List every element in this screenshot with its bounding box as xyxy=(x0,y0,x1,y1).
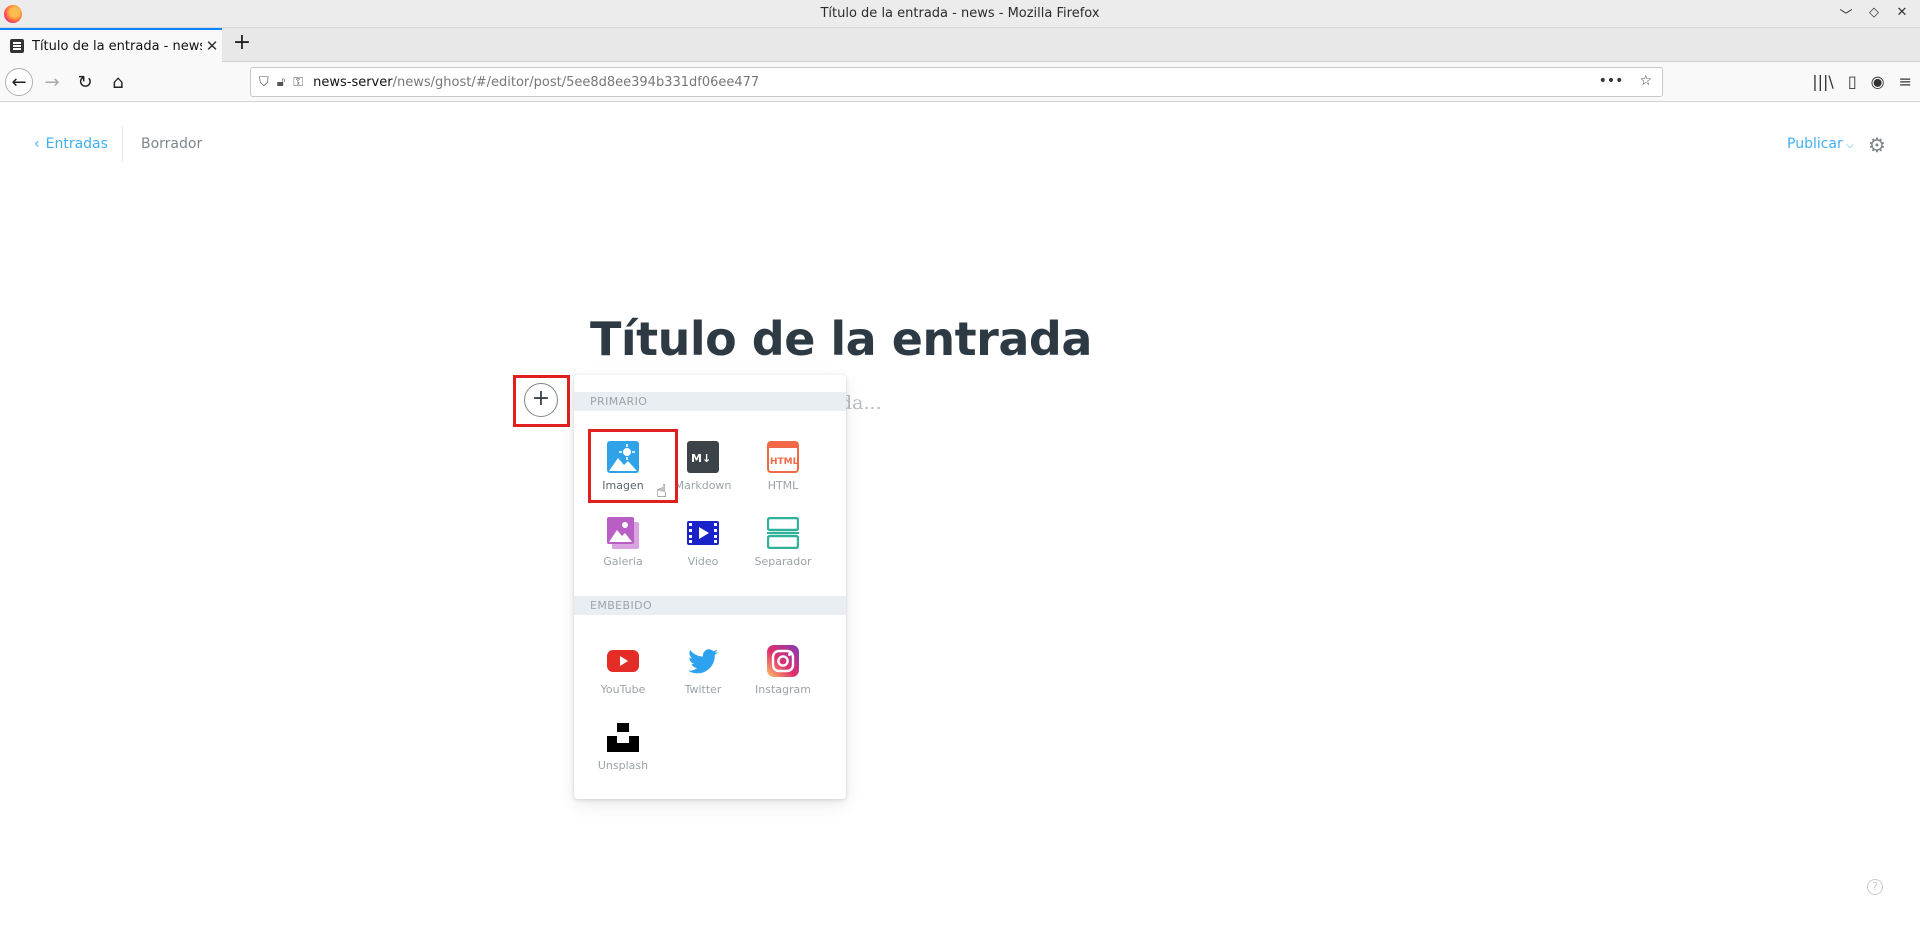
publish-dropdown[interactable]: Publicar ⌵ xyxy=(1787,136,1854,152)
page-actions-icon[interactable]: ••• xyxy=(1599,73,1624,89)
card-item-label: Video xyxy=(687,555,719,568)
gallery-icon xyxy=(606,516,640,550)
window-titlebar: Título de la entrada - news - Mozilla Fi… xyxy=(0,0,1920,28)
back-button[interactable]: ← xyxy=(5,68,33,96)
post-status: Borrador xyxy=(141,136,203,152)
shield-icon[interactable]: ⛉ xyxy=(259,75,269,90)
key-icon[interactable]: ⚿ xyxy=(293,75,303,90)
section-header-primary: PRIMARIO xyxy=(574,392,846,411)
close-tab-icon[interactable]: ✕ xyxy=(202,37,222,55)
url-bar[interactable]: ⛉ 🔓︎ ⚿ news-server/news/ghost/#/editor/p… xyxy=(250,67,1663,97)
window-controls: ﹀ ◇ ✕ xyxy=(1838,5,1910,24)
card-item-label: Galeria xyxy=(603,555,643,568)
svg-text:HTML: HTML xyxy=(770,457,799,467)
hand-cursor-icon: ☝ xyxy=(656,481,667,502)
post-body-placeholder[interactable]: da... xyxy=(840,392,882,414)
chevron-left-icon: ‹ xyxy=(34,136,40,152)
back-label: Entradas xyxy=(45,136,108,152)
insecure-lock-icon[interactable]: 🔓︎ xyxy=(277,75,285,90)
unsplash-icon xyxy=(606,720,640,754)
reload-button[interactable]: ↻ xyxy=(71,68,99,96)
tab-strip: Título de la entrada - news ✕ + xyxy=(0,28,1920,62)
navigation-bar: ← → ↻ ⌂ ⛉ 🔓︎ ⚿ news-server/news/ghost/#/… xyxy=(0,62,1920,102)
instagram-icon xyxy=(766,644,800,678)
highlight-box xyxy=(513,375,570,427)
svg-text:M↓: M↓ xyxy=(691,452,711,465)
card-item-label: Instagram xyxy=(755,683,811,696)
url-host: news-server xyxy=(313,74,393,90)
menu-icon[interactable]: ≡ xyxy=(1899,72,1912,91)
markdown-icon: M↓ xyxy=(686,440,720,474)
settings-gear-icon[interactable]: ⚙ xyxy=(1868,133,1886,157)
help-button[interactable]: ? xyxy=(1867,879,1883,895)
card-item-youtube[interactable]: YouTube xyxy=(583,644,663,696)
maximize-icon[interactable]: ◇ xyxy=(1866,5,1882,24)
library-icon[interactable]: |||\ xyxy=(1812,72,1834,91)
card-item-label: Twitter xyxy=(684,683,722,696)
card-item-html[interactable]: HTML HTML xyxy=(743,440,823,492)
divider-icon xyxy=(766,516,800,550)
chevron-down-icon: ⌵ xyxy=(1842,140,1854,151)
url-text[interactable]: news-server/news/ghost/#/editor/post/5ee… xyxy=(313,75,759,90)
header-divider xyxy=(122,126,123,162)
card-item-label: Unsplash xyxy=(597,759,649,772)
window-title: Título de la entrada - news - Mozilla Fi… xyxy=(820,6,1100,21)
video-icon xyxy=(686,516,720,550)
home-button[interactable]: ⌂ xyxy=(104,68,132,96)
post-title[interactable]: Título de la entrada xyxy=(590,312,1092,366)
toolbar-right: |||\ ▯ ◉ ≡ xyxy=(1812,72,1912,91)
section-header-embed: EMBEBIDO xyxy=(574,596,846,615)
youtube-icon xyxy=(606,644,640,678)
twitter-icon xyxy=(686,644,720,678)
url-path: /news/ghost/#/editor/post/5ee8d8ee394b33… xyxy=(392,74,760,90)
forward-button[interactable]: → xyxy=(38,68,66,96)
new-tab-button[interactable]: + xyxy=(230,32,254,56)
card-item-label: HTML xyxy=(767,479,799,492)
minimize-icon[interactable]: ﹀ xyxy=(1838,5,1854,24)
close-window-icon[interactable]: ✕ xyxy=(1894,5,1910,24)
card-item-label: YouTube xyxy=(600,683,646,696)
html-icon: HTML xyxy=(766,440,800,474)
tab-label: Título de la entrada - news xyxy=(32,38,202,54)
tab-active[interactable]: Título de la entrada - news ✕ xyxy=(0,28,222,62)
card-item-divider[interactable]: Separador xyxy=(743,516,823,568)
publish-label: Publicar xyxy=(1787,136,1843,152)
card-item-instagram[interactable]: Instagram xyxy=(743,644,823,696)
bookmark-star-icon[interactable]: ☆ xyxy=(1639,73,1652,89)
card-item-gallery[interactable]: Galeria xyxy=(583,516,663,568)
account-icon[interactable]: ◉ xyxy=(1871,72,1885,91)
card-item-label: Separador xyxy=(754,555,812,568)
card-item-video[interactable]: Video xyxy=(663,516,743,568)
ghost-favicon-icon xyxy=(10,39,24,53)
sidebar-icon[interactable]: ▯ xyxy=(1848,72,1857,91)
card-item-twitter[interactable]: Twitter xyxy=(663,644,743,696)
card-item-unsplash[interactable]: Unsplash xyxy=(583,720,663,772)
back-to-posts-link[interactable]: ‹ Entradas xyxy=(34,136,108,152)
